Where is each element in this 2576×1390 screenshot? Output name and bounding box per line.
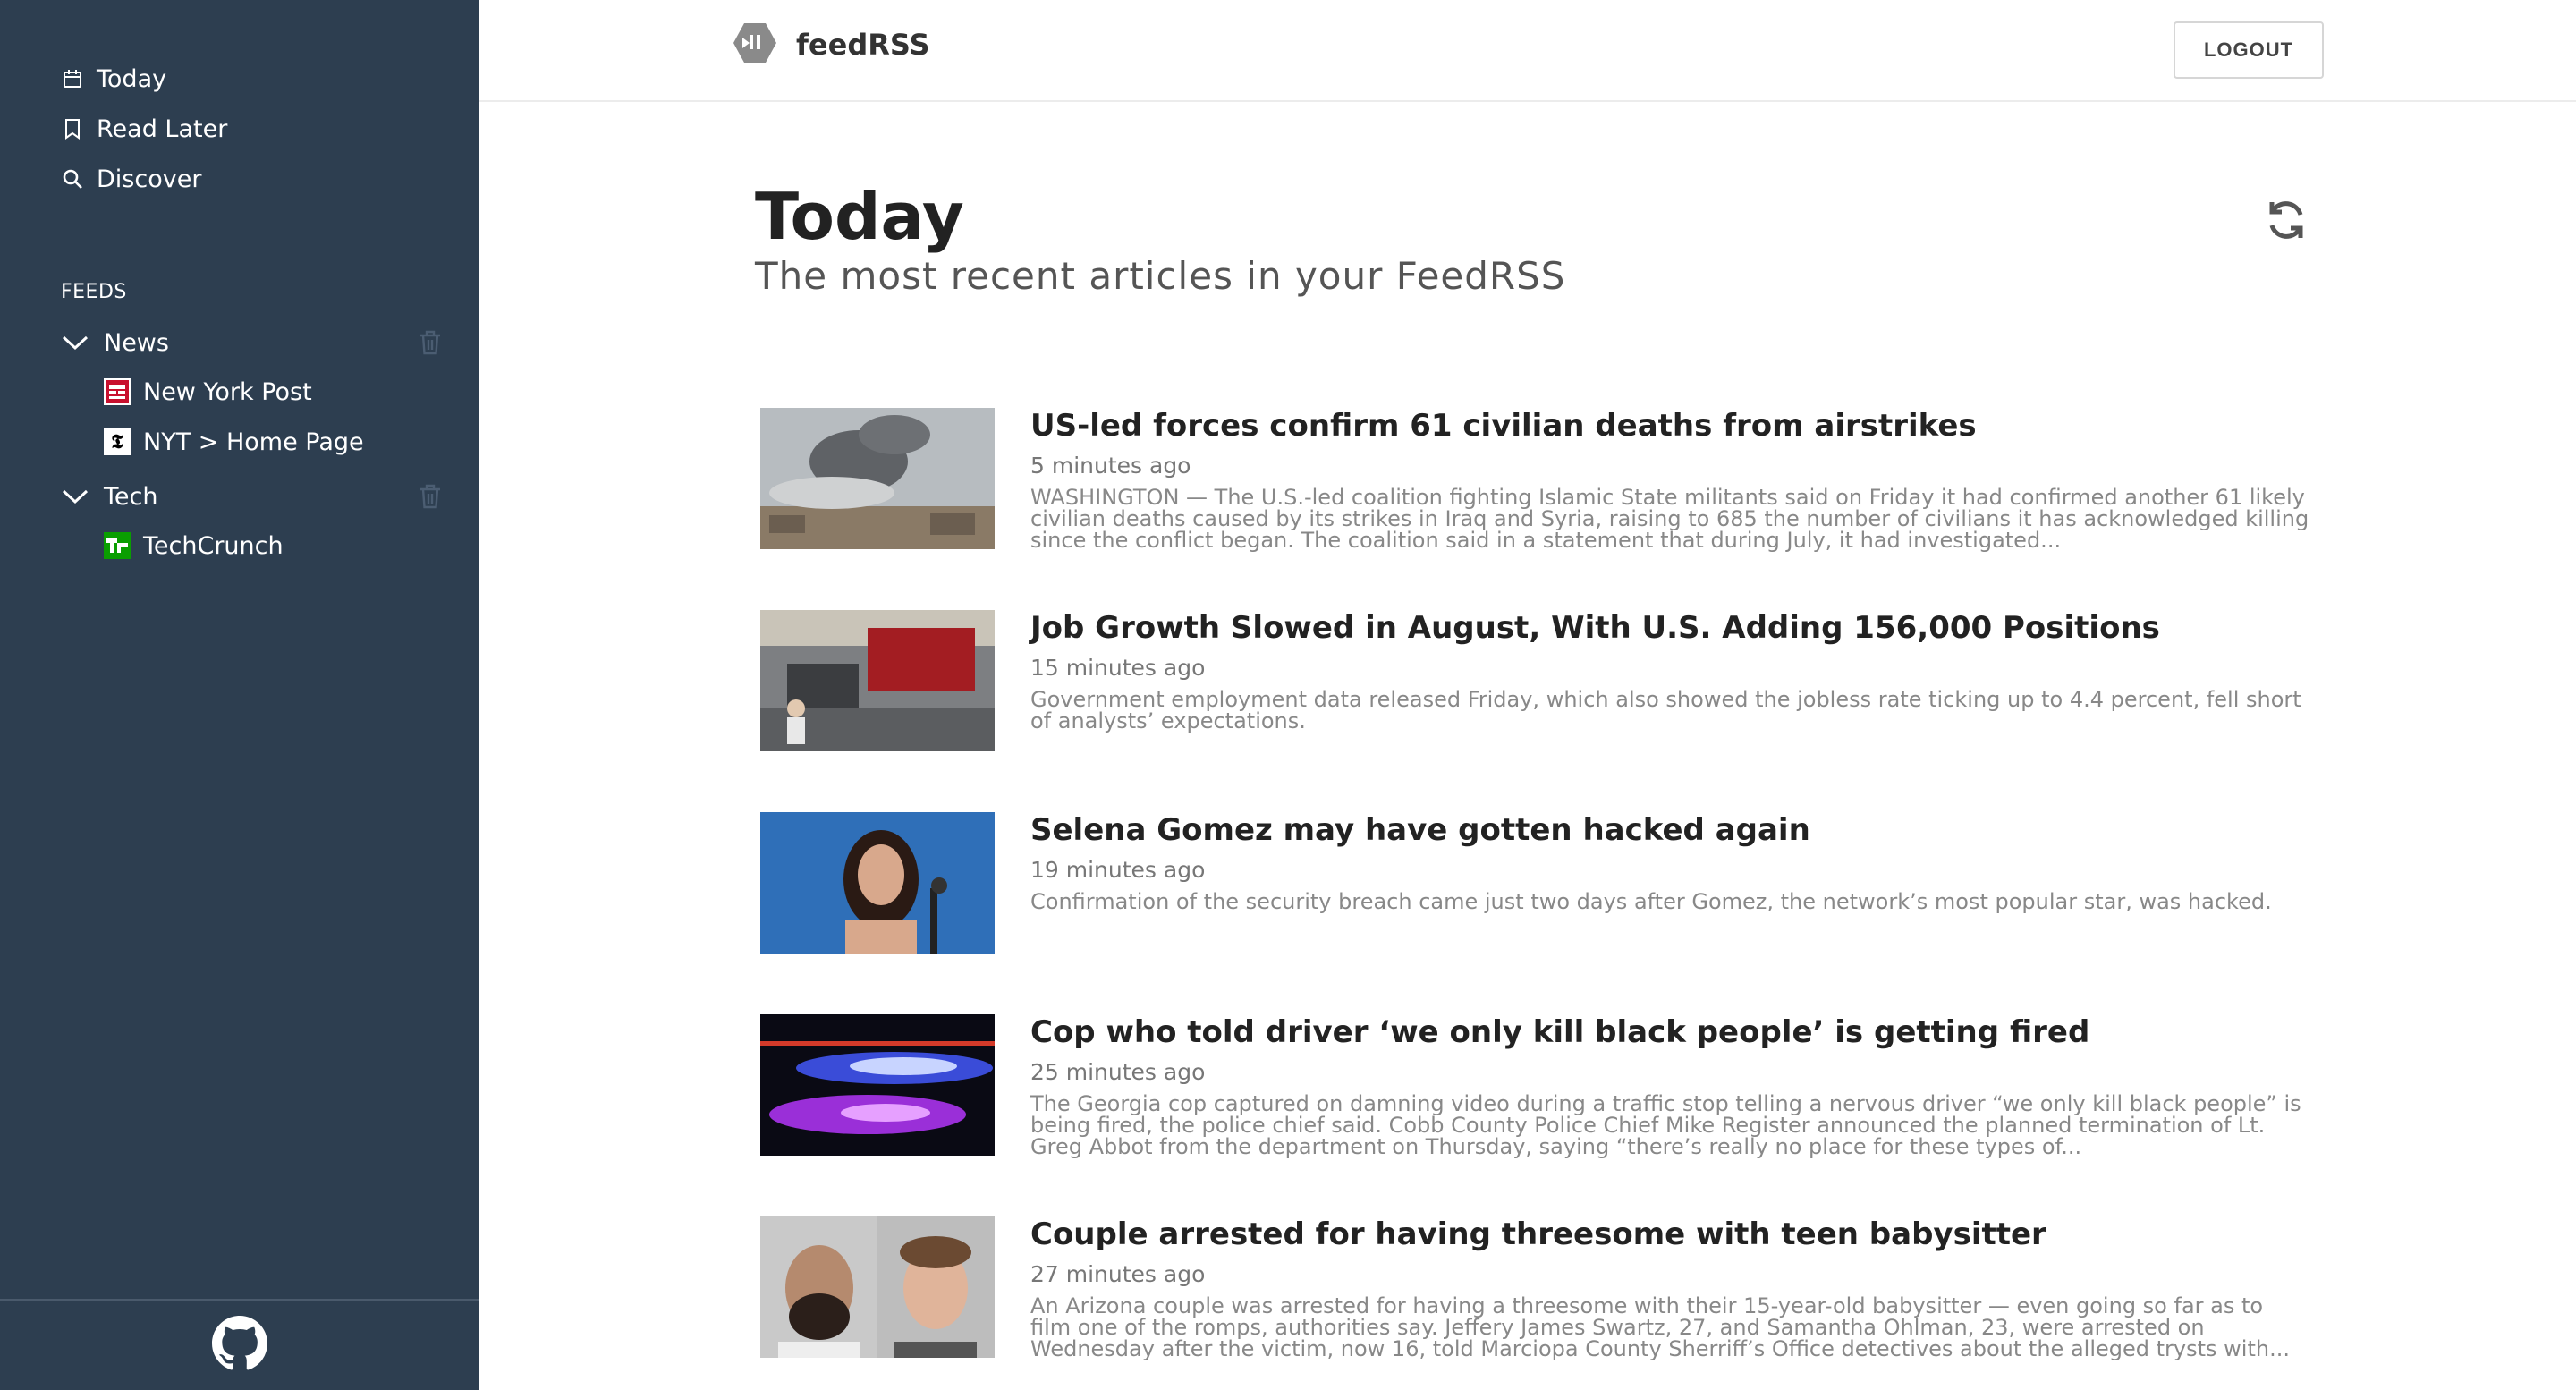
article-thumbnail[interactable] [760, 1216, 995, 1358]
article-time: 15 minutes ago [1030, 655, 1206, 681]
sidebar-nav: Today Read Later Discover [59, 54, 227, 204]
chevron-down-icon [59, 329, 91, 356]
page-subtitle: The most recent articles in your FeedRSS [755, 254, 1566, 298]
group-toggle-tech[interactable]: Tech [59, 472, 444, 521]
feeds-heading: FEEDS [61, 281, 127, 303]
article-item: Couple arrested for having threesome wit… [760, 1213, 2317, 1390]
article-time: 27 minutes ago [1030, 1261, 1206, 1287]
page-title: Today [755, 179, 964, 254]
article-title[interactable]: US-led forces confirm 61 civilian deaths… [1030, 404, 2318, 447]
feed-item-techcrunch[interactable]: TechCrunch [59, 521, 444, 571]
article-thumbnail[interactable] [760, 812, 995, 954]
article-title[interactable]: Job Growth Slowed in August, With U.S. A… [1030, 606, 2318, 649]
nav-item-read-later[interactable]: Read Later [59, 104, 227, 154]
article-body: Job Growth Slowed in August, With U.S. A… [1030, 606, 2318, 732]
trash-icon[interactable] [417, 329, 444, 356]
search-icon [59, 165, 86, 192]
article-item: Cop who told driver ‘we only kill black … [760, 1011, 2317, 1213]
brand[interactable]: feedRSS [732, 21, 930, 68]
article-time: 19 minutes ago [1030, 857, 1206, 883]
brand-name: feedRSS [796, 28, 930, 62]
article-thumbnail[interactable] [760, 408, 995, 549]
group-label-news: News [104, 328, 169, 357]
trash-icon[interactable] [417, 483, 444, 510]
article-item: Selena Gomez may have gotten hacked agai… [760, 809, 2317, 1011]
article-time: 5 minutes ago [1030, 453, 1191, 479]
feed-item-new-york-post[interactable]: New York Post [59, 367, 444, 417]
article-description: WASHINGTON — The U.S.-led coalition figh… [1030, 485, 2309, 553]
feed-item-nyt[interactable]: 𝕿 NYT > Home Page [59, 417, 444, 467]
nav-item-discover[interactable]: Discover [59, 154, 227, 204]
article-body: US-led forces confirm 61 civilian deaths… [1030, 404, 2318, 551]
article-description: An Arizona couple was arrested for havin… [1030, 1293, 2290, 1361]
group-toggle-news[interactable]: News [59, 318, 444, 367]
sidebar-footer [0, 1299, 479, 1390]
article-body: Selena Gomez may have gotten hacked agai… [1030, 809, 2318, 912]
article-title[interactable]: Couple arrested for having threesome wit… [1030, 1213, 2318, 1256]
article-description: Confirmation of the security breach came… [1030, 889, 2272, 914]
article-time: 25 minutes ago [1030, 1059, 1206, 1085]
article-item: Job Growth Slowed in August, With U.S. A… [760, 606, 2317, 809]
article-body: Cop who told driver ‘we only kill black … [1030, 1011, 2318, 1157]
article-title[interactable]: Cop who told driver ‘we only kill black … [1030, 1011, 2318, 1054]
refresh-icon[interactable] [2263, 197, 2309, 243]
logout-button[interactable]: LOGOUT [2174, 21, 2324, 79]
article-description: The Georgia cop captured on damning vide… [1030, 1091, 2301, 1159]
group-label-tech: Tech [104, 482, 158, 511]
new-york-post-favicon [104, 378, 131, 405]
article-thumbnail[interactable] [760, 1014, 995, 1156]
feed-group-tech: Tech TechCrunch [59, 472, 444, 571]
nav-label-read-later: Read Later [97, 114, 228, 143]
feed-label-techcrunch: TechCrunch [143, 531, 284, 560]
github-icon[interactable] [212, 1316, 267, 1375]
article-list: US-led forces confirm 61 civilian deaths… [760, 404, 2317, 1390]
feedrss-logo-icon [732, 21, 778, 68]
feed-group-news: News New York Post 𝕿 NYT > Home Page [59, 318, 444, 467]
feed-label-nyt: NYT > Home Page [143, 428, 364, 456]
article-item: US-led forces confirm 61 civilian deaths… [760, 404, 2317, 606]
nav-label-discover: Discover [97, 165, 202, 193]
article-description: Government employment data released Frid… [1030, 687, 2301, 733]
bookmark-icon [59, 115, 86, 142]
chevron-down-icon [59, 483, 91, 510]
article-body: Couple arrested for having threesome wit… [1030, 1213, 2318, 1360]
article-thumbnail[interactable] [760, 610, 995, 751]
nyt-favicon: 𝕿 [104, 428, 131, 455]
article-title[interactable]: Selena Gomez may have gotten hacked agai… [1030, 809, 2318, 852]
techcrunch-favicon [104, 532, 131, 559]
feed-label-new-york-post: New York Post [143, 377, 312, 406]
nav-label-today: Today [97, 64, 167, 93]
nav-item-today[interactable]: Today [59, 54, 227, 104]
calendar-icon [59, 65, 86, 92]
sidebar: Today Read Later Discover FEEDS News New… [0, 0, 479, 1390]
top-bar: feedRSS LOGOUT [479, 0, 2576, 102]
